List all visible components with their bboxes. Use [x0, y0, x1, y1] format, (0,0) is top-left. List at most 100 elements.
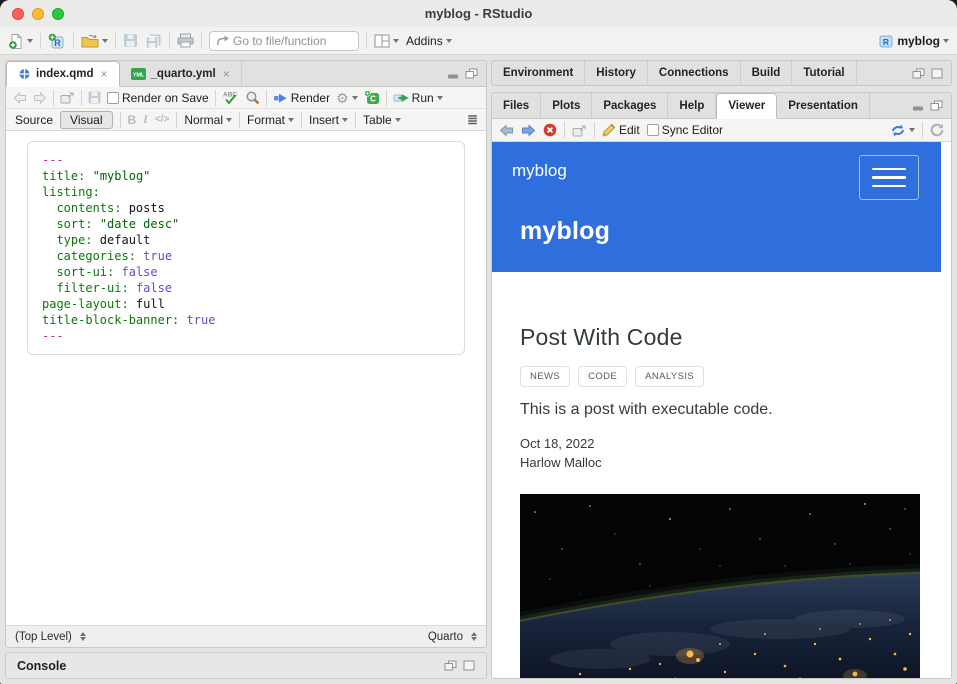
- visual-editor[interactable]: ---title: "myblog"listing: contents: pos…: [6, 131, 486, 625]
- italic-button[interactable]: I: [143, 112, 148, 127]
- environment-tabstrip: Environment History Connections Build Tu…: [492, 61, 951, 85]
- tag-pill[interactable]: CODE: [578, 366, 627, 387]
- close-tab-icon[interactable]: ×: [101, 67, 108, 81]
- insert-chunk-icon[interactable]: C: [364, 90, 380, 105]
- close-tab-icon[interactable]: ×: [223, 67, 230, 81]
- goto-file-input[interactable]: [233, 34, 352, 48]
- code-line: page-layout: full: [42, 296, 450, 312]
- addins-button[interactable]: Addins: [406, 34, 452, 48]
- minimize-pane-icon[interactable]: [912, 101, 924, 111]
- new-file-button[interactable]: [8, 33, 33, 49]
- tab-build[interactable]: Build: [741, 61, 793, 85]
- viewer-content[interactable]: myblog myblog Post With Code: [492, 142, 951, 678]
- restore-pane-icon[interactable]: [444, 660, 457, 671]
- sync-editor-checkbox[interactable]: Sync Editor: [647, 123, 723, 137]
- tab-index-qmd[interactable]: index.qmd ×: [6, 61, 120, 87]
- edit-label: Edit: [619, 123, 640, 137]
- render-options-button[interactable]: ⚙: [336, 91, 358, 105]
- popout-window-icon[interactable]: [572, 124, 587, 137]
- source-mode-button[interactable]: Source: [15, 113, 53, 127]
- save-icon[interactable]: [88, 91, 101, 104]
- format-toolbar: Source Visual B I </> Normal Format: [6, 109, 486, 131]
- divider: [176, 112, 177, 128]
- refresh-icon[interactable]: [930, 123, 944, 137]
- back-icon[interactable]: [13, 92, 27, 104]
- maximize-pane-icon[interactable]: [930, 100, 943, 111]
- environment-pane: Environment History Connections Build Tu…: [491, 60, 952, 86]
- divider: [386, 90, 387, 106]
- tab-history[interactable]: History: [585, 61, 648, 85]
- tab-files[interactable]: Files: [492, 93, 541, 118]
- maximize-pane-icon[interactable]: [463, 660, 475, 671]
- outline-toggle-icon[interactable]: ≣: [467, 112, 477, 128]
- tab-viewer[interactable]: Viewer: [716, 93, 777, 119]
- new-project-button[interactable]: R: [48, 33, 66, 49]
- save-all-button[interactable]: [145, 33, 162, 49]
- blog-title: myblog: [492, 200, 941, 246]
- goto-file-search[interactable]: [209, 31, 359, 51]
- minimize-pane-icon[interactable]: [447, 69, 459, 79]
- divider: [81, 90, 82, 106]
- spellcheck-icon[interactable]: ABC: [222, 90, 239, 105]
- code-button[interactable]: </>: [155, 114, 169, 125]
- chevron-down-icon: [27, 39, 33, 43]
- maximize-pane-icon[interactable]: [465, 68, 478, 79]
- edit-button[interactable]: Edit: [602, 123, 640, 137]
- earth-night-image: [520, 494, 920, 678]
- sync-button[interactable]: [890, 124, 915, 137]
- workspace-panes-button[interactable]: [374, 34, 399, 48]
- print-icon: [177, 33, 194, 48]
- divider: [53, 90, 54, 106]
- run-button[interactable]: Run: [393, 91, 443, 105]
- gear-icon: ⚙: [336, 91, 349, 105]
- hamburger-menu-button[interactable]: [859, 155, 919, 200]
- tag-pill[interactable]: NEWS: [520, 366, 570, 387]
- print-button[interactable]: [177, 33, 194, 48]
- tab-packages[interactable]: Packages: [592, 93, 668, 118]
- divider: [266, 90, 267, 106]
- forward-icon[interactable]: [33, 92, 47, 104]
- tab-label: Presentation: [788, 100, 858, 112]
- tab-help[interactable]: Help: [668, 93, 716, 118]
- viewer-toolbar: Edit Sync Editor: [492, 119, 951, 142]
- insert-menu[interactable]: Insert: [309, 113, 348, 127]
- paragraph-style-dropdown[interactable]: Normal: [184, 113, 232, 127]
- scope-selector[interactable]: (Top Level): [15, 631, 86, 643]
- filetype-selector[interactable]: Quarto: [428, 631, 477, 643]
- yaml-block[interactable]: ---title: "myblog"listing: contents: pos…: [27, 141, 465, 355]
- tag-pill[interactable]: ANALYSIS: [635, 366, 704, 387]
- viewer-forward-icon[interactable]: [521, 124, 536, 137]
- maximize-pane-icon[interactable]: [931, 68, 943, 79]
- save-button[interactable]: [123, 33, 138, 48]
- project-menu-button[interactable]: R myblog: [878, 33, 949, 49]
- search-icon[interactable]: [245, 90, 260, 105]
- code-line: filter-ui: false: [42, 280, 450, 296]
- open-file-button[interactable]: [81, 33, 108, 48]
- viewer-back-icon[interactable]: [499, 124, 514, 137]
- tab-plots[interactable]: Plots: [541, 93, 592, 118]
- blog-brand-link[interactable]: myblog: [512, 161, 567, 181]
- stop-icon[interactable]: [543, 123, 557, 137]
- popout-window-icon[interactable]: [60, 91, 75, 104]
- console-pane-header[interactable]: Console: [5, 652, 487, 679]
- format-menu[interactable]: Format: [247, 113, 294, 127]
- tab-environment[interactable]: Environment: [492, 61, 585, 85]
- code-line: ---: [42, 152, 450, 168]
- table-menu[interactable]: Table: [363, 113, 401, 127]
- tab-tutorial[interactable]: Tutorial: [792, 61, 856, 85]
- post-tags: NEWS CODE ANALYSIS: [520, 366, 941, 387]
- tab-presentation[interactable]: Presentation: [777, 93, 870, 118]
- pane-buttons: [439, 61, 486, 86]
- post-title: Post With Code: [520, 324, 941, 351]
- code-line: title: "myblog": [42, 168, 450, 184]
- tab-quarto-yml[interactable]: YML _quarto.yml ×: [120, 61, 242, 86]
- visual-mode-button[interactable]: Visual: [60, 111, 112, 129]
- restore-pane-icon[interactable]: [912, 68, 925, 79]
- tab-connections[interactable]: Connections: [648, 61, 741, 85]
- render-on-save-checkbox[interactable]: Render on Save: [107, 91, 209, 105]
- bold-button[interactable]: B: [128, 113, 137, 127]
- divider: [239, 112, 240, 128]
- render-button[interactable]: Render: [273, 91, 330, 105]
- paragraph-style-label: Normal: [184, 113, 223, 127]
- titlebar: myblog - RStudio: [0, 0, 957, 27]
